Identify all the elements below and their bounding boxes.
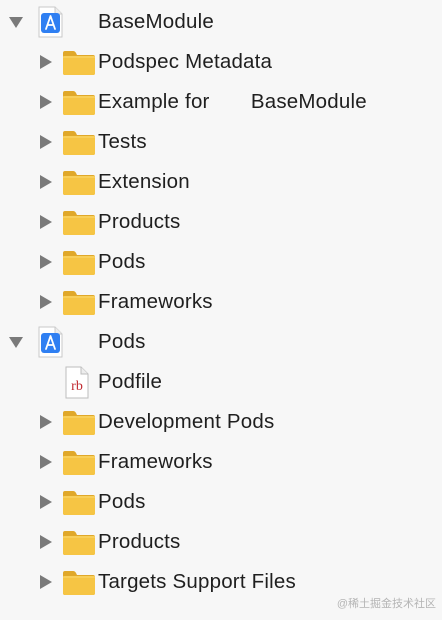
tree-item-label: Frameworks (98, 450, 213, 473)
tree-row-pods[interactable]: Pods (0, 322, 442, 362)
disclosure-expanded-icon[interactable] (6, 322, 26, 362)
folder-icon (62, 242, 96, 282)
disclosure-collapsed-icon[interactable] (36, 122, 56, 162)
svg-text:rb: rb (71, 379, 83, 394)
tree-row-frameworks[interactable]: Frameworks (0, 442, 442, 482)
tree-item-label: Pods (98, 250, 146, 273)
tree-item-label: Targets Support Files (98, 570, 296, 593)
tree-row-products[interactable]: Products (0, 522, 442, 562)
tree-item-label: Extension (98, 170, 190, 193)
xcode-project-icon (36, 2, 70, 42)
disclosure-collapsed-icon[interactable] (36, 42, 56, 82)
tree-row-basemodule[interactable]: BaseModule (0, 2, 442, 42)
xcode-project-icon (36, 322, 70, 362)
tree-item-label: Products (98, 530, 181, 553)
folder-icon (62, 202, 96, 242)
folder-icon (62, 522, 96, 562)
tree-row-development-pods[interactable]: Development Pods (0, 402, 442, 442)
tree-item-label: Podfile (98, 370, 163, 393)
disclosure-collapsed-icon[interactable] (36, 482, 56, 522)
tree-row-products[interactable]: Products (0, 202, 442, 242)
tree-row-pods[interactable]: Pods (0, 242, 442, 282)
folder-icon (62, 42, 96, 82)
tree-row-example-for-basemodule[interactable]: Example for BaseModule (0, 82, 442, 122)
disclosure-collapsed-icon[interactable] (36, 282, 56, 322)
tree-item-label: Pods (98, 490, 146, 513)
folder-icon (62, 82, 96, 122)
disclosure-collapsed-icon[interactable] (36, 242, 56, 282)
tree-item-label: Example for BaseModule (98, 90, 367, 113)
folder-icon (62, 402, 96, 442)
tree-row-frameworks[interactable]: Frameworks (0, 282, 442, 322)
tree-row-podspec-metadata[interactable]: Podspec Metadata (0, 42, 442, 82)
folder-icon (62, 442, 96, 482)
disclosure-collapsed-icon[interactable] (36, 82, 56, 122)
tree-row-pods[interactable]: Pods (0, 482, 442, 522)
tree-row-podfile[interactable]: rb Podfile (0, 362, 442, 402)
folder-icon (62, 562, 96, 602)
tree-item-label: Tests (98, 130, 147, 153)
tree-item-label: Development Pods (98, 410, 275, 433)
disclosure-collapsed-icon[interactable] (36, 442, 56, 482)
tree-item-label: Pods (98, 330, 146, 353)
watermark: @稀土掘金技术社区 (336, 598, 436, 610)
tree-row-tests[interactable]: Tests (0, 122, 442, 162)
disclosure-expanded-icon[interactable] (6, 2, 26, 42)
tree-item-label: BaseModule (98, 10, 214, 33)
folder-icon (62, 482, 96, 522)
tree-row-extension[interactable]: Extension (0, 162, 442, 202)
tree-item-label: Frameworks (98, 290, 213, 313)
folder-icon (62, 122, 96, 162)
tree-item-label: Products (98, 210, 181, 233)
ruby-file-icon: rb (62, 362, 96, 402)
disclosure-collapsed-icon[interactable] (36, 562, 56, 602)
folder-icon (62, 282, 96, 322)
disclosure-collapsed-icon[interactable] (36, 402, 56, 442)
tree-item-label: Podspec Metadata (98, 50, 273, 73)
folder-icon (62, 162, 96, 202)
disclosure-collapsed-icon[interactable] (36, 202, 56, 242)
disclosure-collapsed-icon[interactable] (36, 162, 56, 202)
project-navigator: BaseModule Podspec Metadata Example for Ba… (0, 0, 442, 620)
disclosure-collapsed-icon[interactable] (36, 522, 56, 562)
